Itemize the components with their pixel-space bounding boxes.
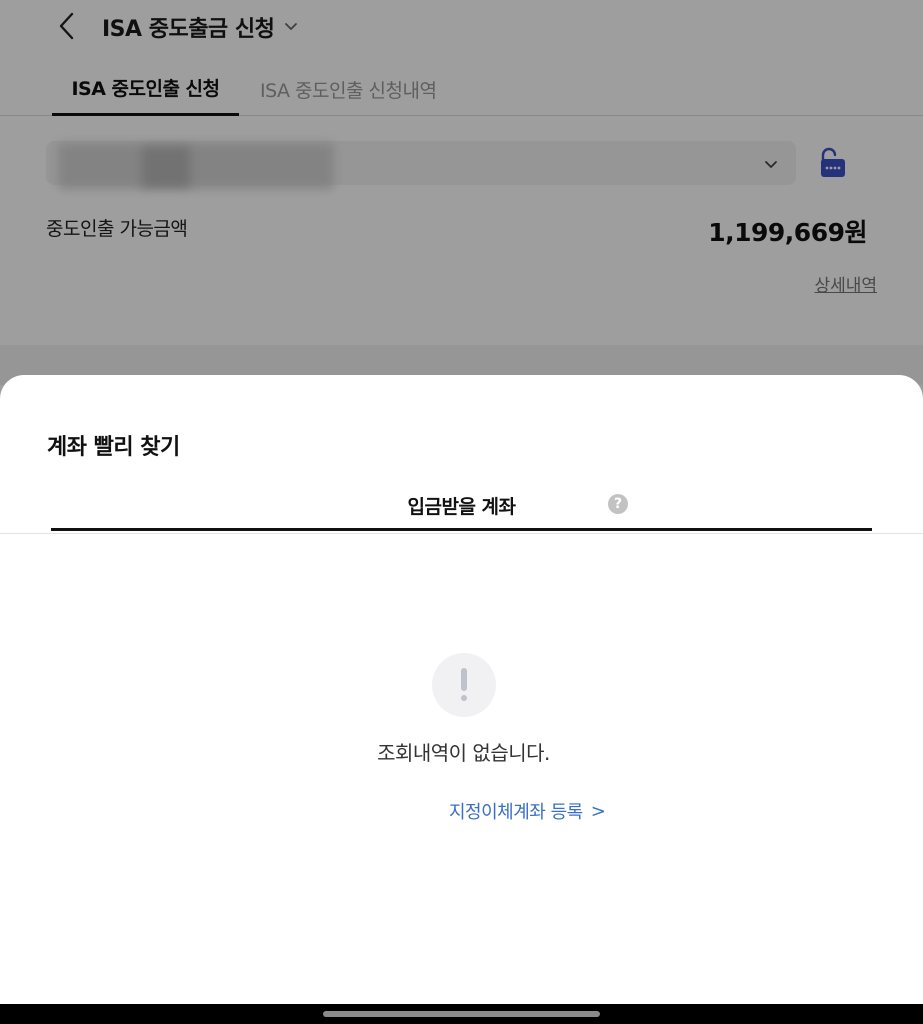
chevron-right-icon: > [590,800,606,822]
empty-message: 조회내역이 없습니다. [377,741,550,765]
sheet-title: 계좌 빨리 찾기 [47,435,180,460]
sheet-divider [0,533,923,534]
quick-account-search-sheet: 계좌 빨리 찾기 입금받을 계좌 ? 조회내역이 없습니다. 지정이체계좌 등록… [0,375,923,1024]
tab-deposit-account-label: 입금받을 계좌 [407,496,517,518]
home-indicator[interactable] [323,1011,600,1017]
exclamation-icon [432,653,496,717]
help-icon[interactable]: ? [608,494,628,514]
register-link-label: 지정이체계좌 등록 [449,802,583,823]
system-navigation-bar [0,1004,923,1024]
register-designated-account-link[interactable]: 지정이체계좌 등록 > [449,798,606,824]
tab-deposit-account[interactable]: 입금받을 계좌 ? [51,479,872,531]
